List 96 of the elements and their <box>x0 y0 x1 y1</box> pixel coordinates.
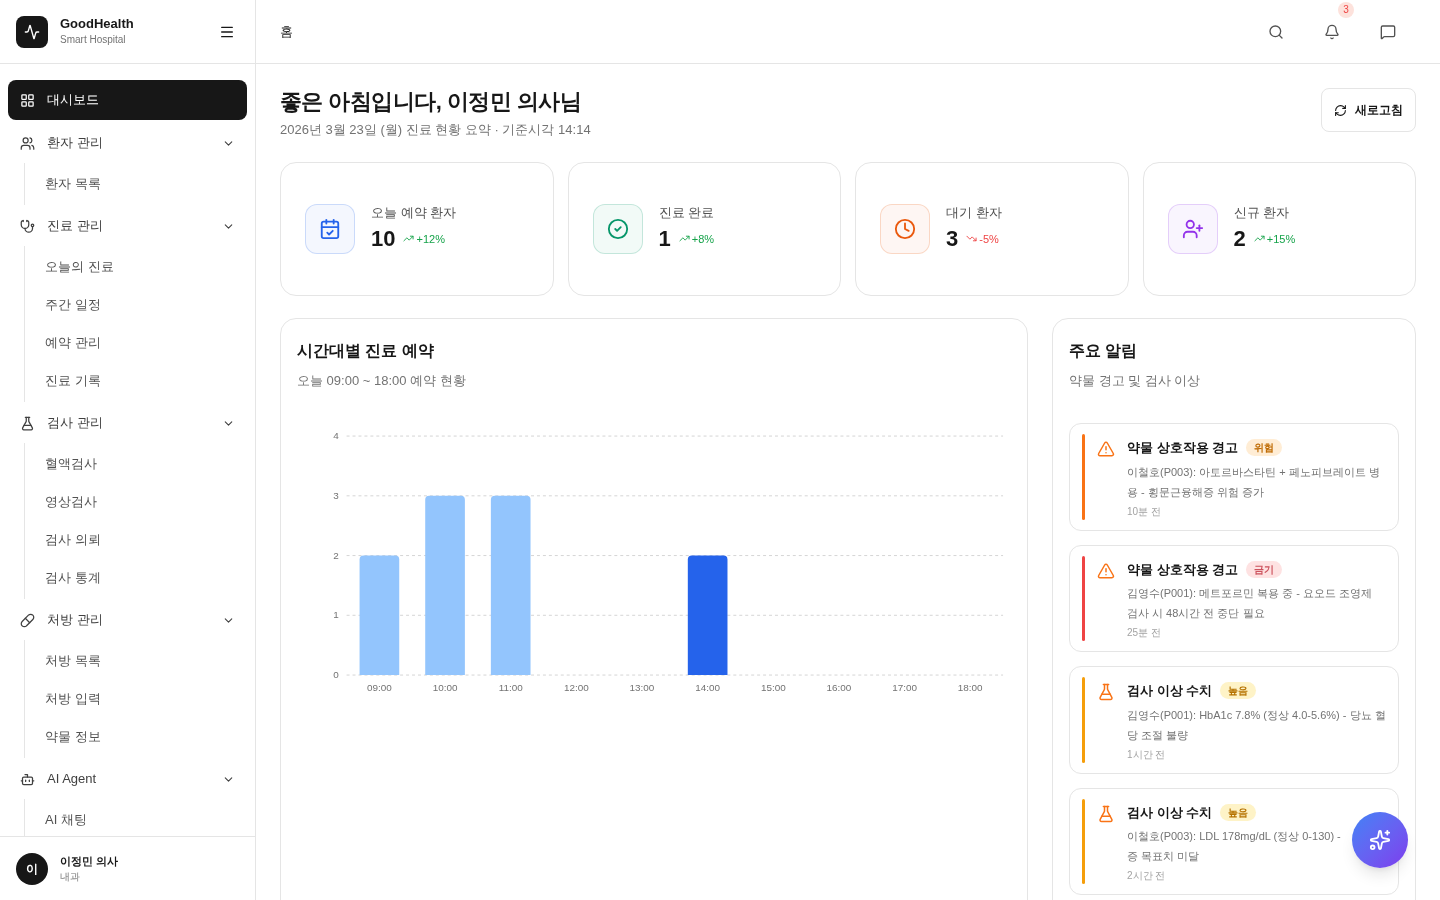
breadcrumb[interactable]: 홈 <box>280 21 1264 42</box>
nav-item[interactable]: 대시보드 <box>8 80 247 120</box>
trend-change: -5% <box>979 231 999 247</box>
x-tick-label: 13:00 <box>629 681 655 693</box>
nav-subitem[interactable]: 처방 입력 <box>41 680 247 718</box>
card-title: 시간대별 진료 예약 <box>297 341 435 361</box>
pill-icon <box>20 612 35 628</box>
notification-count: 3 <box>1338 1 1354 18</box>
sparkle-icon <box>1369 829 1391 851</box>
y-tick-label: 0 <box>333 669 339 681</box>
alert-item[interactable]: 약물 상호작용 경고 금기 김영수(P001): 메트포르민 복용 중 - 요오드 조영제 검사 시 48시간 전 중단 필요 25분 전 <box>1069 544 1399 652</box>
nav-subitem[interactable]: 혈액검사 <box>41 445 247 483</box>
nav-subitem[interactable]: 예약 관리 <box>41 324 247 362</box>
stat-value: 1 <box>658 225 671 254</box>
severity-tag: 위험 <box>1246 439 1283 457</box>
stat-label: 신규 환자 <box>1233 203 1291 222</box>
logo-icon <box>16 15 48 48</box>
alert-title: 약물 상호작용 경고 <box>1127 439 1239 457</box>
alert-time: 2시간 전 <box>1127 869 1167 883</box>
dashboard-icon <box>20 92 35 108</box>
flask-icon <box>20 415 35 431</box>
trend-change: +12% <box>416 231 445 247</box>
alert-item[interactable]: 검사 이상 수치 높음 이철호(P003): LDL 178mg/dL (정상 0-130) - 증 목표치 미달 2시간 전 <box>1069 787 1399 895</box>
greeting-title: 좋은 아침입니다, 이정민 의사님 <box>280 88 583 116</box>
nav-subitem[interactable]: AI 채팅 <box>41 801 247 836</box>
x-tick-label: 10:00 <box>432 681 458 693</box>
alert-item[interactable]: 검사 이상 수치 높음 김영수(P001): HbA1c 7.8% (정상 4.0-5.6%) - 당뇨 혈당 조절 불량 1시간 전 <box>1069 666 1399 774</box>
nav-subitem[interactable]: 오늘의 진료 <box>41 248 247 286</box>
alert-time: 1시간 전 <box>1127 747 1167 762</box>
nav-item[interactable]: 환자 관리 <box>8 123 247 163</box>
nav-subitem[interactable]: 주간 일정 <box>41 286 247 324</box>
bell-icon <box>1324 23 1340 40</box>
nav-item[interactable]: 처방 관리 <box>8 600 247 640</box>
stat-value: 10 <box>371 225 396 254</box>
avatar: 이 <box>16 852 48 885</box>
alert-time: 25분 전 <box>1127 626 1162 640</box>
y-tick-label: 2 <box>333 549 339 561</box>
y-tick-label: 3 <box>333 489 339 501</box>
y-tick-label: 1 <box>333 609 339 621</box>
alert-title: 약물 상호작용 경고 <box>1127 560 1239 579</box>
severity-tag: 높음 <box>1220 803 1257 821</box>
warning-icon <box>1097 440 1115 458</box>
stat-label: 오늘 예약 환자 <box>371 203 457 222</box>
flask-icon <box>1097 804 1115 823</box>
severity-tag: 금기 <box>1246 560 1283 578</box>
refresh-icon <box>1334 103 1347 117</box>
greeting-subtitle: 2026년 3월 23일 (월) 진료 현황 요약 · 기준시각 14:14 <box>280 121 591 139</box>
user-name: 이정민 의사 <box>60 853 119 869</box>
stat-label: 진료 완료 <box>658 203 715 222</box>
user-department: 내과 <box>60 869 81 884</box>
nav-subitem[interactable]: 검사 의뢰 <box>41 521 247 559</box>
warning-icon <box>1097 561 1115 580</box>
x-tick-label: 15:00 <box>760 681 786 693</box>
alert-title: 검사 이상 수치 <box>1127 803 1213 822</box>
alert-message: 김영수(P001): HbA1c 7.8% (정상 4.0-5.6%) - 당뇨 혈당 조절 불량 <box>1127 707 1386 743</box>
message-icon <box>1380 23 1396 40</box>
trend-change: +8% <box>691 231 715 247</box>
nav-subitem[interactable]: 영상검사 <box>41 483 247 521</box>
alert-message: 김영수(P001): 메트포르민 복용 중 - 요오드 조영제 검사 시 48시간 전 중단 필요 <box>1127 586 1374 621</box>
robot-icon <box>20 771 35 787</box>
nav-subitem[interactable]: 약물 정보 <box>41 718 247 756</box>
refresh-button[interactable]: 새로고침 <box>1321 88 1416 132</box>
nav-item[interactable]: 진료 관리 <box>8 206 247 246</box>
nav-subitem[interactable]: 진료 기록 <box>41 362 247 400</box>
x-tick-label: 16:00 <box>826 681 852 693</box>
x-tick-label: 17:00 <box>892 681 917 693</box>
alert-item[interactable]: 약물 상호작용 경고 위험 이철호(P003): 아토르바스타틴 + 페노피브레이트 병용 - 횡문근융해증 위험 증가 10분 전 <box>1069 423 1399 531</box>
severity-tag: 높음 <box>1220 682 1257 700</box>
x-tick-label: 12:00 <box>563 681 589 693</box>
alert-message: 이철호(P003): LDL 178mg/dL (정상 0-130) - 증 목표치 미달 <box>1127 829 1342 864</box>
x-tick-label: 11:00 <box>498 681 523 693</box>
alert-time: 10분 전 <box>1127 504 1162 519</box>
brand-subtitle: Smart Hospital <box>60 32 127 47</box>
nav-subitem[interactable]: 처방 목록 <box>41 642 247 680</box>
search-icon <box>1268 23 1284 40</box>
stethoscope-icon <box>20 218 35 234</box>
card-subtitle: 약물 경고 및 검사 이상 <box>1069 372 1202 390</box>
users-icon <box>20 135 35 151</box>
trend-change: +15% <box>1266 231 1296 247</box>
card-subtitle: 오늘 09:00 ~ 18:00 예약 현황 <box>297 372 467 390</box>
nav-item[interactable]: AI Agent <box>8 759 247 799</box>
stat-value: 3 <box>946 225 959 254</box>
nav-item[interactable]: 검사 관리 <box>8 403 247 443</box>
x-tick-label: 18:00 <box>957 681 983 693</box>
brand-name: GoodHealth <box>60 15 135 32</box>
flask-icon <box>1097 683 1115 701</box>
stat-label: 대기 환자 <box>946 203 1002 222</box>
alert-title: 검사 이상 수치 <box>1127 682 1213 700</box>
alert-message: 이철호(P003): 아토르바스타틴 + 페노피브레이트 병용 - 횡문근융해증 위험 증가 <box>1127 464 1381 500</box>
stat-value: 2 <box>1233 225 1246 254</box>
x-tick-label: 09:00 <box>367 681 392 693</box>
nav-subitem[interactable]: 환자 목록 <box>41 165 247 203</box>
y-tick-label: 4 <box>333 430 339 442</box>
x-tick-label: 14:00 <box>695 681 721 693</box>
card-title: 주요 알림 <box>1069 341 1139 361</box>
nav-subitem[interactable]: 검사 통계 <box>41 559 247 597</box>
